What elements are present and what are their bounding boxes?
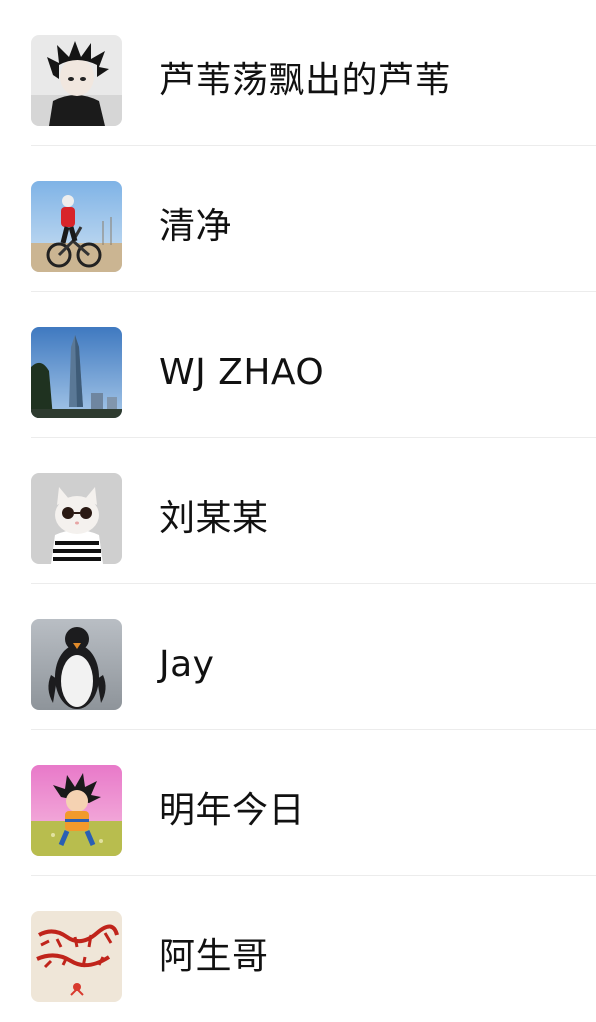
cat-sunglasses-icon <box>31 473 122 564</box>
contact-row[interactable]: 刘某某 <box>0 438 596 584</box>
cartoon-character-icon <box>31 765 122 856</box>
contact-row[interactable]: WJ ZHAO <box>0 292 596 438</box>
contact-row[interactable]: 芦苇荡飘出的芦苇 <box>0 0 596 146</box>
contact-name: 清净 <box>159 206 233 247</box>
contact-row[interactable]: Jay <box>0 584 596 730</box>
skyscraper-icon <box>31 327 122 418</box>
contact-row[interactable]: 阿生哥 <box>0 876 596 1022</box>
avatar[interactable] <box>31 35 122 126</box>
contact-name: 芦苇荡飘出的芦苇 <box>159 60 452 101</box>
avatar[interactable] <box>31 327 122 418</box>
contact-row[interactable]: 明年今日 <box>0 730 596 876</box>
contact-row[interactable]: 清净 <box>0 146 596 292</box>
avatar[interactable] <box>31 619 122 710</box>
contact-name: 明年今日 <box>159 790 306 831</box>
contact-name: WJ ZHAO <box>159 352 325 393</box>
calligraphy-icon <box>31 911 122 1002</box>
cyclist-icon <box>31 181 122 272</box>
avatar[interactable] <box>31 765 122 856</box>
contact-name: 刘某某 <box>159 498 269 539</box>
avatar[interactable] <box>31 911 122 1002</box>
avatar[interactable] <box>31 473 122 564</box>
avatar[interactable] <box>31 181 122 272</box>
contact-name: 阿生哥 <box>159 936 269 977</box>
anime-boy-icon <box>31 35 122 126</box>
contact-name: Jay <box>159 644 215 685</box>
contact-list: 芦苇荡飘出的芦苇 清净 WJ ZHAO 刘某某 Jay 明年今日 阿生哥 <box>0 0 596 1016</box>
penguin-icon <box>31 619 122 710</box>
